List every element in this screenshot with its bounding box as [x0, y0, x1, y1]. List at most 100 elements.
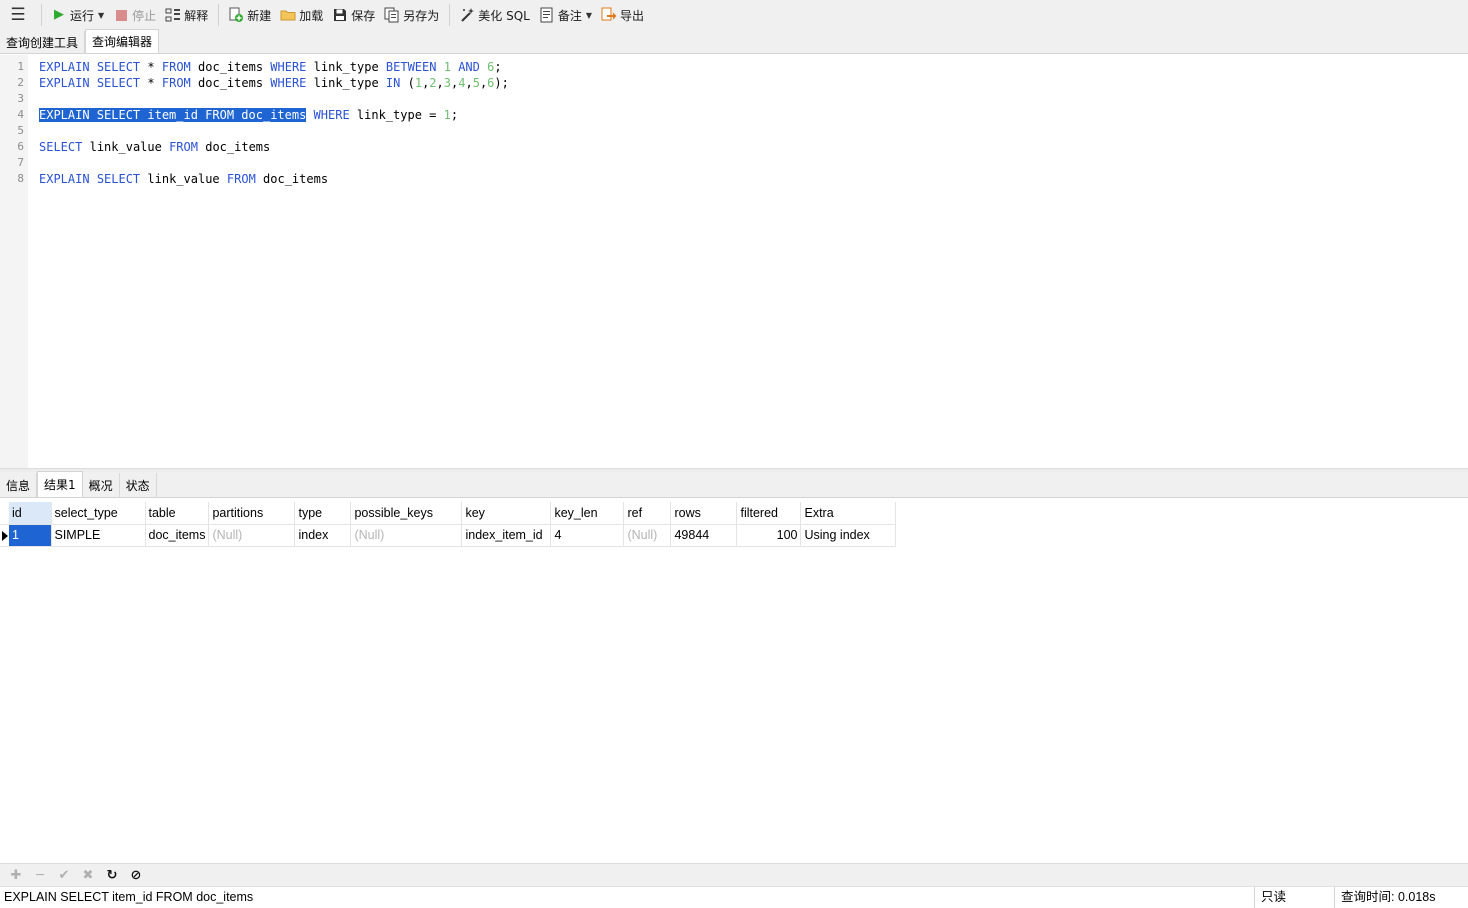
- sql-keyword: WHERE: [270, 60, 307, 74]
- column-header-rows[interactable]: rows: [670, 502, 738, 525]
- sql-table: doc_items: [263, 172, 329, 186]
- plus-icon[interactable]: ✚: [4, 865, 28, 885]
- save-as-button[interactable]: 另存为: [380, 3, 443, 27]
- column-header-key[interactable]: key: [461, 502, 552, 525]
- hamburger-icon[interactable]: ☰: [0, 0, 36, 30]
- sql-number: 5: [472, 76, 480, 90]
- grid-cell[interactable]: 1: [9, 524, 52, 547]
- grid-cell[interactable]: (Null): [208, 524, 296, 547]
- column-header-table[interactable]: table: [145, 502, 210, 525]
- run-button[interactable]: ▶ 运行 ▼: [47, 3, 108, 27]
- sql-text: (: [407, 76, 415, 90]
- line-number: 3: [17, 92, 24, 105]
- grid-cell[interactable]: (Null): [623, 524, 672, 547]
- code-line-6: SELECT link_value FROM doc_items: [39, 139, 270, 155]
- column-header-select-type[interactable]: select_type: [51, 502, 146, 525]
- explain-button[interactable]: 解释: [161, 3, 212, 27]
- grid-cell[interactable]: 4: [550, 524, 625, 547]
- beautify-sql-button[interactable]: 美化 SQL: [455, 3, 534, 27]
- grid-cell[interactable]: index: [294, 524, 352, 547]
- current-row-arrow-icon: [0, 524, 9, 547]
- table-row[interactable]: 1 SIMPLE doc_items (Null) index (Null) i…: [0, 524, 897, 547]
- result-grid-area: id select_type table partitions type pos…: [0, 499, 1468, 863]
- sql-number: 1: [443, 60, 451, 74]
- grid-cell[interactable]: 100: [736, 524, 802, 547]
- column-header-ref[interactable]: ref: [623, 502, 672, 525]
- sql-keyword: SELECT: [96, 60, 141, 74]
- sql-keyword: EXPLAIN: [39, 76, 90, 90]
- sql-table: doc_items: [205, 140, 271, 154]
- column-header-possible-keys[interactable]: possible_keys: [350, 502, 463, 525]
- chevron-down-icon[interactable]: ▼: [98, 11, 104, 20]
- tab-profile[interactable]: 概况: [83, 473, 120, 497]
- status-read-only: 只读: [1254, 887, 1334, 908]
- status-bar: EXPLAIN SELECT item_id FROM doc_items 只读…: [0, 886, 1468, 908]
- grid-cell[interactable]: (Null): [350, 524, 463, 547]
- sql-column: link_type: [313, 76, 379, 90]
- stop-button[interactable]: 停止: [109, 3, 160, 27]
- sql-keyword: FROM: [226, 172, 256, 186]
- sql-text: ,: [465, 76, 473, 90]
- grid-cell[interactable]: SIMPLE: [51, 524, 146, 547]
- line-number: 2: [17, 76, 24, 89]
- save-button[interactable]: 保存: [328, 3, 379, 27]
- save-icon: [332, 7, 348, 23]
- note-button[interactable]: 备注 ▼: [535, 3, 596, 27]
- check-icon[interactable]: ✔: [52, 865, 76, 885]
- x-icon[interactable]: ✖: [76, 865, 100, 885]
- code-line-4: EXPLAIN SELECT item_id FROM doc_items WH…: [39, 107, 458, 123]
- status-query-time: 查询时间: 0.018s: [1334, 887, 1468, 908]
- sql-text: ;: [450, 108, 459, 122]
- grid-cell[interactable]: Using index: [800, 524, 897, 547]
- sql-keyword: FROM: [161, 60, 191, 74]
- grid-cell[interactable]: 49844: [670, 524, 738, 547]
- export-label: 导出: [620, 8, 645, 23]
- new-button[interactable]: 新建: [224, 3, 275, 27]
- folder-icon: [280, 7, 296, 23]
- column-header-filtered[interactable]: filtered: [736, 502, 802, 525]
- export-button[interactable]: 导出: [597, 3, 648, 27]
- column-header-type[interactable]: type: [294, 502, 352, 525]
- tab-info[interactable]: 信息: [0, 473, 38, 497]
- stop-icon[interactable]: ⊘: [124, 865, 148, 885]
- new-label: 新建: [247, 8, 272, 23]
- tab-query-builder[interactable]: 查询创建工具: [0, 31, 86, 53]
- note-label: 备注: [557, 8, 582, 23]
- load-button[interactable]: 加载: [276, 3, 327, 27]
- toolbar-separator: [449, 4, 451, 26]
- explain-icon: [165, 7, 181, 23]
- tab-query-editor[interactable]: 查询编辑器: [85, 29, 160, 53]
- beautify-sql-label: 美化 SQL: [478, 8, 530, 23]
- column-header-id[interactable]: id: [9, 502, 52, 525]
- save-as-icon: [384, 7, 400, 23]
- sql-text: *: [147, 60, 155, 74]
- export-icon: [601, 7, 617, 23]
- sql-keyword: WHERE: [313, 108, 350, 122]
- line-number: 5: [17, 124, 24, 137]
- line-number-gutter: 1 2 3 4 5 6 7 8: [0, 55, 28, 468]
- sql-text: ,: [436, 76, 444, 90]
- sql-keyword: SELECT: [96, 76, 141, 90]
- sql-column: link_type: [313, 60, 379, 74]
- sql-text: =: [429, 108, 437, 122]
- minus-icon[interactable]: ─: [28, 865, 52, 885]
- refresh-icon[interactable]: ↻: [100, 865, 124, 885]
- line-number: 4: [17, 108, 24, 121]
- column-header-key-len[interactable]: key_len: [550, 502, 625, 525]
- chevron-down-icon[interactable]: ▼: [586, 11, 592, 20]
- sql-table: doc_items: [198, 60, 264, 74]
- run-label: 运行: [70, 8, 95, 23]
- line-number: 8: [17, 172, 24, 185]
- grid-toolbar: ✚ ─ ✔ ✖ ↻ ⊘: [0, 863, 1468, 886]
- explain-label: 解释: [184, 8, 209, 23]
- grid-cell[interactable]: index_item_id: [461, 524, 552, 547]
- tab-result-1[interactable]: 结果1: [37, 471, 83, 497]
- tab-status[interactable]: 状态: [120, 473, 157, 497]
- column-header-extra[interactable]: Extra: [800, 502, 897, 525]
- sql-editor[interactable]: 1 2 3 4 5 6 7 8 EXPLAIN SELECT * FROM do…: [0, 55, 1468, 468]
- grid-cell[interactable]: doc_items: [145, 524, 210, 547]
- note-icon: [539, 7, 555, 23]
- sql-text: );: [494, 76, 509, 90]
- code-line-8: EXPLAIN SELECT link_value FROM doc_items: [39, 171, 328, 187]
- column-header-partitions[interactable]: partitions: [208, 502, 296, 525]
